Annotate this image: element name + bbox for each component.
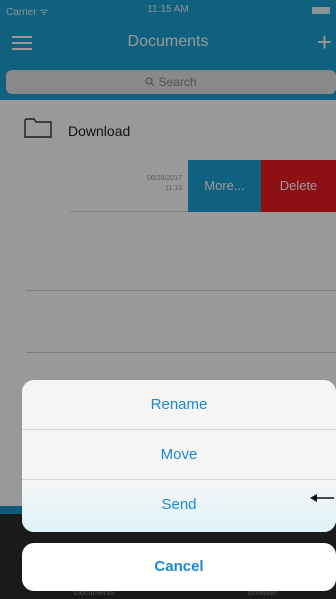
action-sheet: Rename Move Send	[22, 380, 336, 532]
move-button[interactable]: Move	[22, 430, 336, 480]
arrow-left-icon	[310, 494, 334, 502]
cancel-button[interactable]: Cancel	[22, 543, 336, 591]
send-button[interactable]: Send	[22, 480, 336, 532]
rename-button[interactable]: Rename	[22, 380, 336, 430]
